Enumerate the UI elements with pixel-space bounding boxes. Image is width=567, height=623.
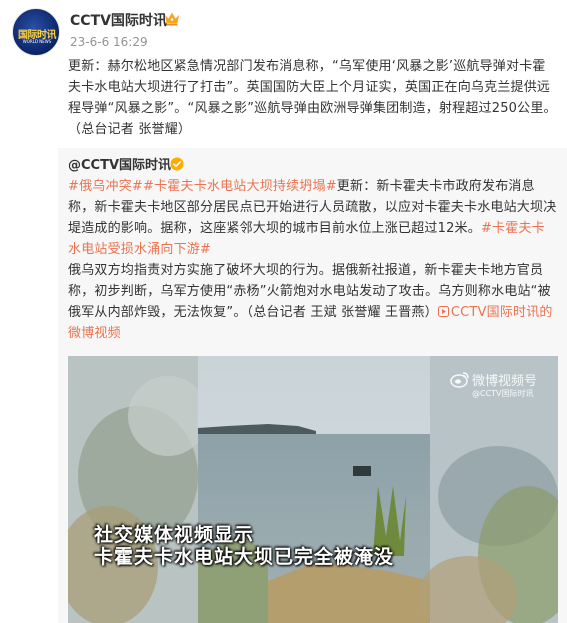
avatar-logo-subtext: WORLD NEWS [22, 39, 52, 44]
author-name[interactable]: CCTV国际时讯 [70, 10, 167, 30]
avatar[interactable]: 国际时讯 WORLD NEWS [12, 8, 60, 56]
repost-text: #俄乌冲突##卡霍夫卡水电站大坝持续坍塌#更新：新卡霍夫卡市政府发布消息称，新卡… [68, 176, 558, 344]
verified-icon [170, 157, 184, 171]
post-body-text: 更新：赫尔松地区紧急情况部门发布消息称，“乌军使用‘风暴之影’巡航导弹对卡霍夫卡… [68, 59, 557, 137]
watermark-account: @CCTV国际时讯 [472, 389, 534, 398]
repost-author[interactable]: @CCTV国际时讯 [68, 154, 171, 173]
video-caption-line-2: 卡霍夫卡水电站大坝已完全被淹没 [94, 546, 395, 568]
topic-tag-dam-collapse[interactable]: #卡霍夫卡水电站大坝持续坍塌# [143, 179, 337, 194]
video-player[interactable]: 微博视频号 @CCTV国际时讯 社交媒体视频显示 卡霍夫卡水电站大坝已完全被淹没 [68, 356, 558, 623]
weibo-icon [450, 372, 469, 388]
post-time[interactable]: 23-6-6 16:29 [70, 35, 148, 49]
post-header: 国际时讯 WORLD NEWS CCTV国际时讯 23-6-6 16:29 [0, 0, 567, 58]
topic-tag-war[interactable]: #俄乌冲突# [68, 179, 143, 194]
play-link-icon [437, 306, 449, 317]
crown-icon [165, 12, 179, 26]
video-caption-line-1: 社交媒体视频显示 [94, 524, 255, 546]
watermark-title: 微博视频号 [472, 374, 538, 389]
